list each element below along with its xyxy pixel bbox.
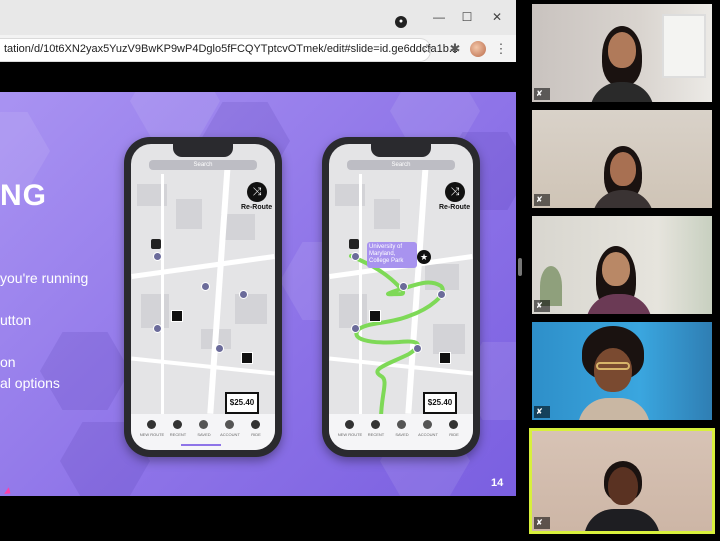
maximize-icon[interactable]: ☐ bbox=[456, 8, 478, 26]
nav-saved-icon[interactable] bbox=[397, 420, 406, 429]
nav-label: NEW ROUTE bbox=[139, 432, 165, 437]
bottom-nav: NEW ROUTE RECENT SAVED ACCOUNT RIDE bbox=[329, 414, 473, 450]
participant-tile[interactable]: ✘ bbox=[532, 4, 712, 102]
panel-resize-handle[interactable] bbox=[518, 258, 522, 276]
mic-muted-icon: ✘ bbox=[536, 407, 543, 416]
mic-muted-icon: ✘ bbox=[536, 195, 543, 204]
reroute-icon[interactable]: ⤨ bbox=[247, 182, 267, 202]
slide-bullet: al options bbox=[0, 375, 60, 391]
participant-caption: ✘ bbox=[534, 194, 550, 206]
nav-label: NEW ROUTE bbox=[337, 432, 363, 437]
phone-screen: Search ⤨ Re-Route $25.40 NEW ROUTE RECEN… bbox=[131, 144, 275, 450]
map-pin-icon[interactable] bbox=[239, 290, 248, 299]
url-text: tation/d/10t6XN2yax5YuzV9BwKP9wP4Dglo5fF… bbox=[4, 43, 458, 55]
nav-new-route-icon[interactable] bbox=[147, 420, 156, 429]
nav-ride-icon[interactable] bbox=[251, 420, 260, 429]
nav-label: SAVED bbox=[197, 432, 211, 437]
phone-mockup-route: Search ⤨ Re-Route University of Maryland… bbox=[322, 137, 480, 457]
star-icon[interactable]: ☆ bbox=[418, 40, 436, 58]
extensions-icon[interactable]: ✱ bbox=[446, 40, 464, 58]
presentation-slide: NG you're running utton on al options Se… bbox=[0, 92, 516, 496]
reroute-label: Re-Route bbox=[241, 204, 273, 211]
reroute-icon[interactable]: ⤨ bbox=[445, 182, 465, 202]
slide-bullet: on bbox=[0, 354, 16, 370]
bus-icon[interactable] bbox=[151, 239, 161, 249]
slide-bullet: you're running bbox=[0, 270, 89, 286]
ride-marker-icon[interactable] bbox=[439, 352, 451, 364]
mouse-cursor bbox=[4, 487, 13, 496]
nav-account-icon[interactable] bbox=[225, 420, 234, 429]
nav-label: RIDE bbox=[251, 432, 261, 437]
active-speaker-highlight bbox=[529, 428, 715, 534]
bottom-nav: NEW ROUTE RECENT SAVED ACCOUNT RIDE bbox=[131, 414, 275, 450]
star-icon[interactable]: ★ bbox=[417, 250, 431, 264]
participant-caption: ✘ bbox=[534, 88, 550, 100]
address-bar[interactable]: tation/d/10t6XN2yax5YuzV9BwKP9wP4Dglo5fF… bbox=[0, 38, 458, 62]
slide-page-number: 14 bbox=[491, 477, 504, 489]
phone-mockup-map: Search ⤨ Re-Route $25.40 NEW ROUTE RECEN… bbox=[124, 137, 282, 457]
slide-title: NG bbox=[0, 179, 47, 212]
reroute-label: Re-Route bbox=[439, 204, 471, 211]
participant-tile[interactable]: ✘ bbox=[532, 322, 712, 420]
nav-account-icon[interactable] bbox=[423, 420, 432, 429]
nav-recent-icon[interactable] bbox=[173, 420, 182, 429]
slide-bullet: utton bbox=[0, 312, 32, 328]
map-pin-icon[interactable] bbox=[215, 344, 224, 353]
presenter-toolbar bbox=[0, 62, 516, 92]
ride-marker-icon[interactable] bbox=[369, 310, 381, 322]
bus-icon[interactable] bbox=[349, 239, 359, 249]
map-pin-icon[interactable] bbox=[153, 252, 162, 261]
map-pin-icon[interactable] bbox=[437, 290, 446, 299]
nav-label: RIDE bbox=[449, 432, 459, 437]
map-pin-icon[interactable] bbox=[351, 252, 360, 261]
map-pin-icon[interactable] bbox=[413, 344, 422, 353]
map-pin-icon[interactable] bbox=[201, 282, 210, 291]
ride-marker-icon[interactable] bbox=[241, 352, 253, 364]
nav-new-route-icon[interactable] bbox=[345, 420, 354, 429]
nav-label: ACCOUNT bbox=[220, 432, 240, 437]
nav-label: SAVED bbox=[395, 432, 409, 437]
close-icon[interactable]: ✕ bbox=[486, 8, 508, 26]
nav-recent-icon[interactable] bbox=[371, 420, 380, 429]
nav-label: ACCOUNT bbox=[418, 432, 438, 437]
ride-marker-icon[interactable] bbox=[171, 310, 183, 322]
search-input[interactable]: Search bbox=[149, 160, 257, 170]
price-tag: $25.40 bbox=[225, 392, 259, 414]
mic-muted-icon: ✘ bbox=[536, 301, 543, 310]
menu-icon[interactable]: ⋮ bbox=[492, 40, 510, 58]
minimize-icon[interactable]: — bbox=[428, 8, 450, 26]
participant-tile[interactable]: ✘ bbox=[532, 110, 712, 208]
search-input[interactable]: Search bbox=[347, 160, 455, 170]
phone-screen: Search ⤨ Re-Route University of Maryland… bbox=[329, 144, 473, 450]
nav-ride-icon[interactable] bbox=[449, 420, 458, 429]
price-tag: $25.40 bbox=[423, 392, 457, 414]
nav-label: RECENT bbox=[367, 432, 385, 437]
nav-saved-icon[interactable] bbox=[199, 420, 208, 429]
participant-caption: ✘ bbox=[534, 406, 550, 418]
map-pin-icon[interactable] bbox=[351, 324, 360, 333]
participant-tile[interactable]: ✘ bbox=[532, 216, 712, 314]
map-pin-icon[interactable] bbox=[399, 282, 408, 291]
destination-card[interactable]: University of Maryland, College Park bbox=[367, 242, 417, 268]
profile-avatar[interactable] bbox=[470, 41, 486, 57]
recording-icon: ● bbox=[395, 16, 407, 28]
map-pin-icon[interactable] bbox=[153, 324, 162, 333]
participant-caption: ✘ bbox=[534, 300, 550, 312]
mic-muted-icon: ✘ bbox=[536, 89, 543, 98]
nav-label: RECENT bbox=[169, 432, 187, 437]
